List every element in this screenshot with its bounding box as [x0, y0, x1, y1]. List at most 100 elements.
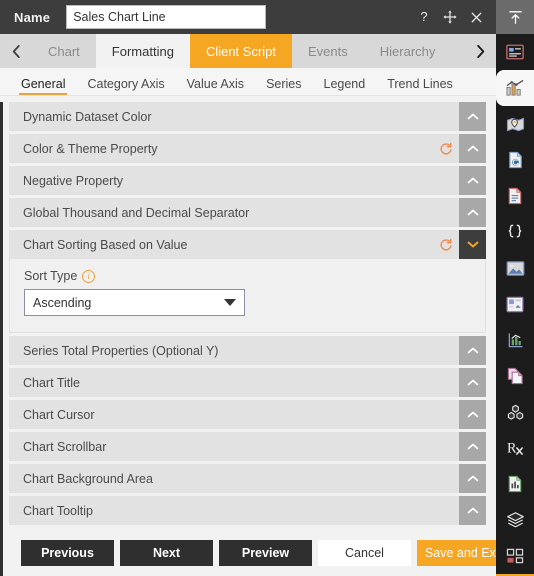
accordion-section: Chart Title — [9, 368, 486, 397]
tabs-scroll-right-button[interactable] — [464, 34, 496, 68]
sidebar-item-document[interactable] — [496, 178, 534, 214]
cancel-button[interactable]: Cancel — [318, 540, 411, 566]
accordion-list: Dynamic Dataset Color Color & Theme Prop… — [9, 102, 496, 530]
chevron-up-icon[interactable] — [459, 336, 486, 365]
subtab-value-axis[interactable]: Value Axis — [176, 77, 255, 95]
accordion-header-negative-property[interactable]: Negative Property — [9, 166, 486, 195]
copy-icon — [507, 367, 524, 385]
dialog-main-column: Name ? — [0, 0, 510, 576]
chart-sorting-panel: Sort Type i Ascending — [9, 259, 486, 333]
accordion-header-color-theme-property[interactable]: Color & Theme Property — [9, 134, 486, 163]
dialog-titlebar: Name ? — [0, 0, 496, 34]
sidebar-item-document-refresh[interactable] — [496, 142, 534, 178]
sidebar-item-code-braces[interactable] — [496, 214, 534, 250]
reset-refresh-icon[interactable] — [433, 230, 459, 259]
accordion-tools — [459, 432, 486, 461]
tab-chart[interactable]: Chart — [32, 34, 96, 68]
subtab-legend[interactable]: Legend — [313, 77, 377, 95]
accordion-title: Chart Scrollbar — [23, 439, 107, 454]
accordion-header-chart-sorting-based-on-value[interactable]: Chart Sorting Based on Value — [9, 230, 486, 259]
reset-refresh-icon[interactable] — [433, 134, 459, 163]
sidebar-item-layers[interactable] — [496, 502, 534, 538]
chart-property-dialog: Name ? — [0, 0, 534, 576]
accordion-tools — [459, 368, 486, 397]
chevron-up-icon[interactable] — [459, 400, 486, 429]
sidebar-item-map[interactable] — [496, 106, 534, 142]
tab-formatting[interactable]: Formatting — [95, 34, 190, 68]
chevron-up-icon[interactable] — [459, 102, 486, 131]
accordion-title: Chart Title — [23, 375, 80, 390]
chart-icon — [505, 79, 525, 97]
accordion-section: Chart Sorting Based on Value Sort Type i… — [9, 230, 486, 333]
sort-type-label: Sort Type — [24, 269, 78, 283]
tabs-scroll-container: Chart Formatting Client Script Events Hi… — [32, 34, 464, 68]
accordion-title: Negative Property — [23, 173, 124, 188]
sidebar-item-image[interactable] — [496, 250, 534, 286]
accordion-header-chart-background-area[interactable]: Chart Background Area — [9, 464, 486, 493]
name-input[interactable] — [66, 5, 267, 29]
accordion-title: Series Total Properties (Optional Y) — [23, 343, 219, 358]
sidebar-item-prescription[interactable]: R — [496, 430, 534, 466]
accordion-section: Chart Tooltip — [9, 496, 486, 525]
accordion-title: Chart Background Area — [23, 471, 153, 486]
help-icon[interactable]: ? — [416, 9, 432, 25]
sidebar-item-collapse-up[interactable] — [496, 0, 534, 34]
tab-hierarchy[interactable]: Hierarchy — [363, 34, 452, 68]
chevron-down-icon — [224, 299, 236, 306]
sidebar-item-chart[interactable] — [496, 70, 534, 106]
accordion-header-chart-cursor[interactable]: Chart Cursor — [9, 400, 486, 429]
accordion-header-chart-scrollbar[interactable]: Chart Scrollbar — [9, 432, 486, 461]
subtab-trend-lines[interactable]: Trend Lines — [376, 77, 464, 95]
sidebar-item-copy[interactable] — [496, 358, 534, 394]
accordion-header-chart-tooltip[interactable]: Chart Tooltip — [9, 496, 486, 525]
chevron-up-icon[interactable] — [459, 198, 486, 227]
sidebar-item-report[interactable] — [496, 466, 534, 502]
move-icon[interactable] — [442, 9, 458, 25]
sidebar-item-cubes[interactable] — [496, 394, 534, 430]
name-label: Name — [14, 9, 51, 25]
sidebar-item-widgets[interactable] — [496, 538, 534, 574]
accordion-section: Negative Property — [9, 166, 486, 195]
tab-client-script[interactable]: Client Script — [189, 34, 293, 68]
chevron-up-icon[interactable] — [459, 464, 486, 493]
sort-type-select[interactable]: Ascending — [24, 289, 245, 316]
accordion-header-global-thousand-decimal-separator[interactable]: Global Thousand and Decimal Separator — [9, 198, 486, 227]
chevron-up-icon[interactable] — [459, 166, 486, 195]
chevron-down-icon[interactable] — [459, 230, 486, 259]
svg-text:?: ? — [420, 10, 427, 24]
accordion-header-dynamic-dataset-color[interactable]: Dynamic Dataset Color — [9, 102, 486, 131]
form-layout-icon — [506, 44, 524, 60]
collapse-up-icon — [507, 9, 524, 26]
accordion-title: Color & Theme Property — [23, 141, 158, 156]
preview-button[interactable]: Preview — [219, 540, 312, 566]
subtab-general[interactable]: General — [10, 77, 76, 95]
accordion-header-series-total-properties[interactable]: Series Total Properties (Optional Y) — [9, 336, 486, 365]
chevron-up-icon[interactable] — [459, 368, 486, 397]
info-icon[interactable]: i — [82, 269, 96, 283]
code-braces-icon — [506, 223, 524, 241]
tabs-scroll-left-button[interactable] — [0, 34, 32, 68]
accordion-tools — [459, 102, 486, 131]
accordion-title: Chart Cursor — [23, 407, 95, 422]
tab-events[interactable]: Events — [292, 34, 364, 68]
widgets-icon — [506, 548, 524, 564]
accordion-section: Color & Theme Property — [9, 134, 486, 163]
image-icon — [506, 260, 525, 277]
subtab-category-axis[interactable]: Category Axis — [76, 77, 175, 95]
sidebar-item-analytics[interactable] — [496, 322, 534, 358]
close-icon[interactable] — [468, 9, 484, 25]
chevron-up-icon[interactable] — [459, 496, 486, 525]
accordion-header-chart-title[interactable]: Chart Title — [9, 368, 486, 397]
svg-text:R: R — [507, 440, 517, 456]
settings-body: Dynamic Dataset Color Color & Theme Prop… — [0, 96, 496, 530]
chevron-up-icon[interactable] — [459, 134, 486, 163]
cubes-icon — [506, 404, 525, 421]
sidebar-item-dashboard-panel[interactable] — [496, 286, 534, 322]
previous-button[interactable]: Previous — [21, 540, 114, 566]
sort-type-label-row: Sort Type i — [24, 269, 485, 283]
chevron-up-icon[interactable] — [459, 432, 486, 461]
subtab-series[interactable]: Series — [255, 77, 312, 95]
window-controls: ? — [416, 9, 496, 25]
sidebar-item-form-layout[interactable] — [496, 34, 534, 70]
next-button[interactable]: Next — [120, 540, 213, 566]
